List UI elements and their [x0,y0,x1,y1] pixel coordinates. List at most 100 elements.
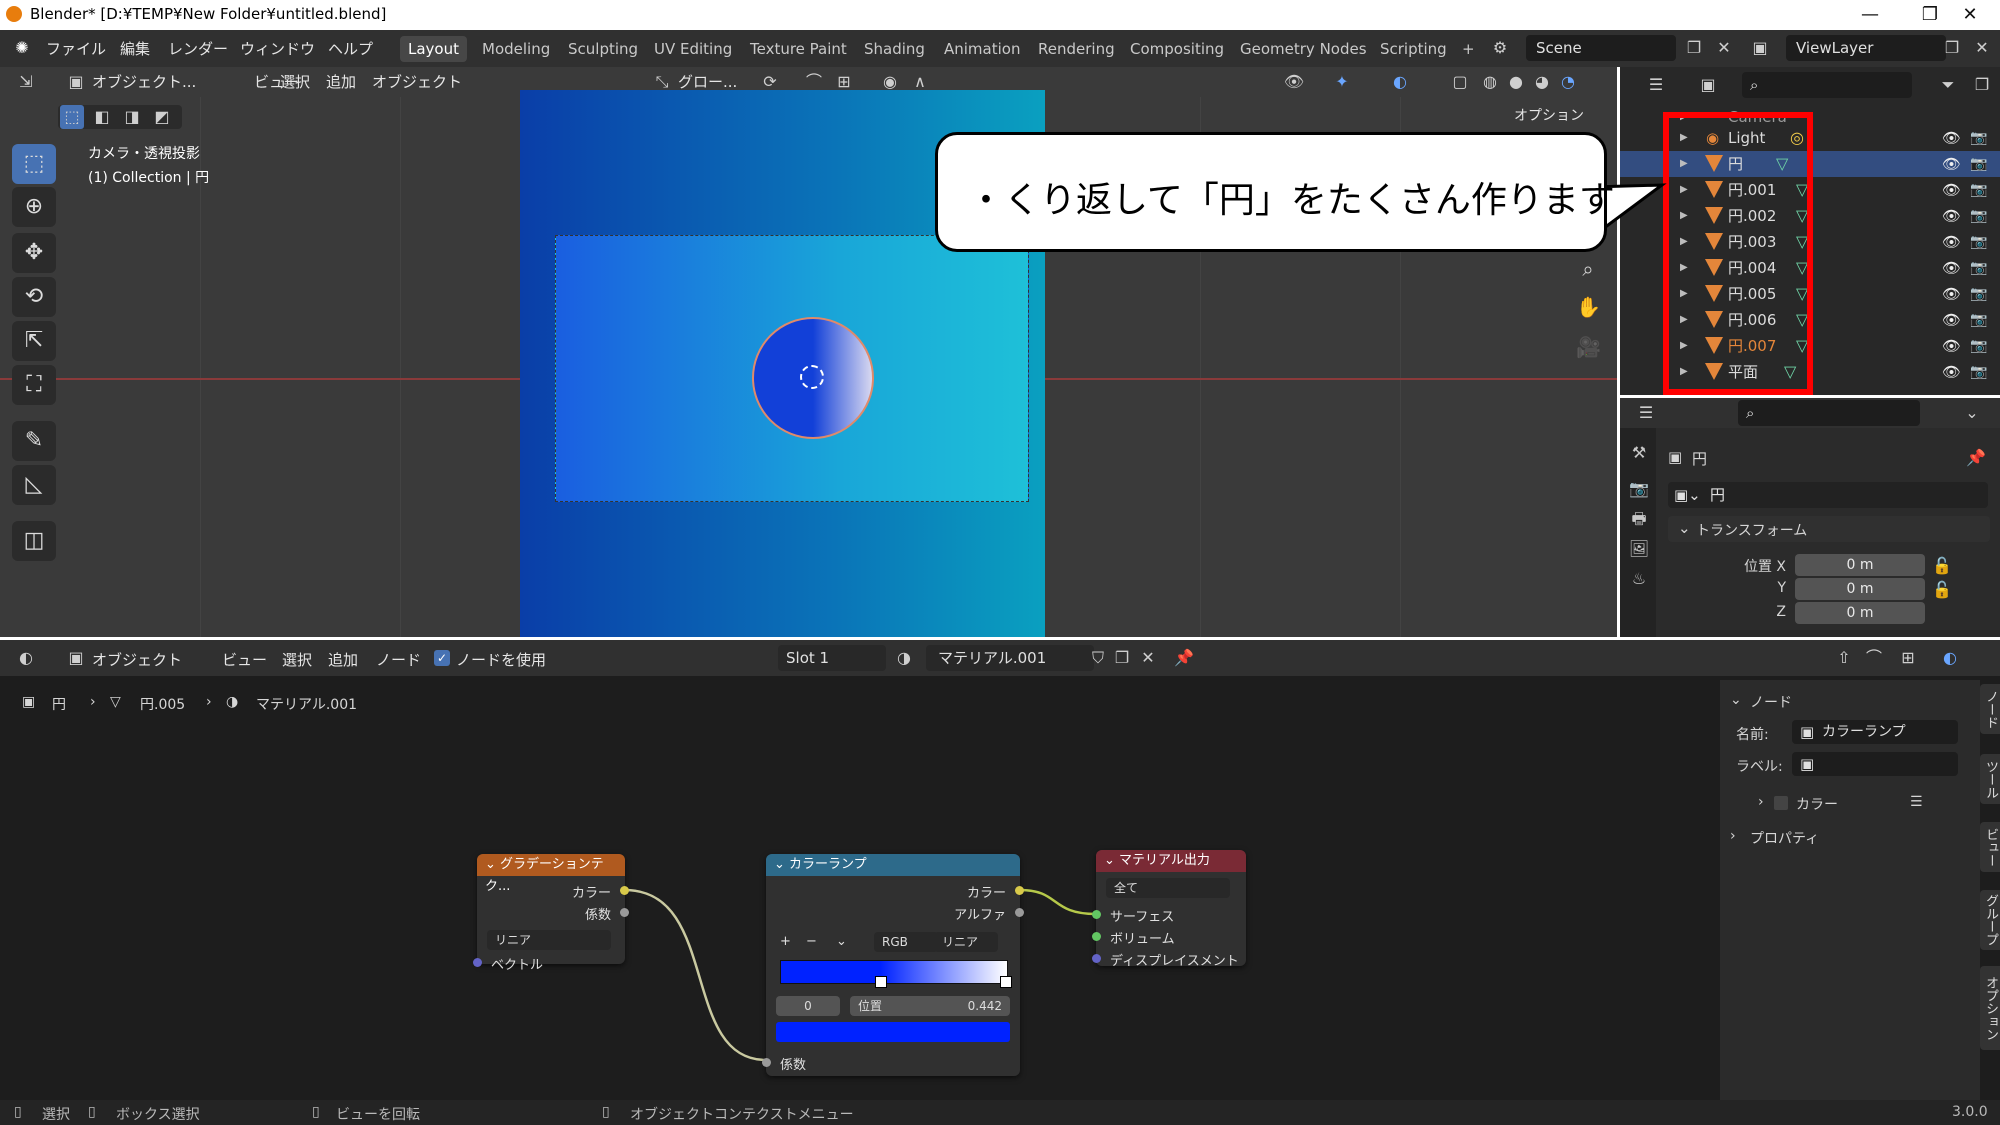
render-camera-icon[interactable]: 📷 [1970,359,1987,385]
parent-node-tree-icon[interactable]: ⇧ [1832,646,1856,670]
filter-funnel-icon[interactable]: ⏷ [1936,73,1960,97]
gradient-type-dropdown[interactable]: リニア [487,930,611,950]
tab-rendering[interactable]: Rendering [1030,36,1123,62]
eye-icon[interactable]: 👁 [1942,125,1961,151]
chevron-down-icon[interactable]: ⌄ [1960,401,1984,425]
cursor-tool[interactable]: ⊕ [12,187,56,227]
lock-icon[interactable]: 🔓 [1930,554,1954,578]
volume-socket[interactable] [1092,932,1101,941]
gradient-node-header[interactable]: ⌄ グラデーションテク... [477,854,625,894]
new-view-layer-icon[interactable]: ❐ [1940,36,1964,60]
eye-icon[interactable]: 👁 [1942,359,1961,385]
location-z-field[interactable]: 0 m [1795,602,1925,624]
annotate-tool[interactable]: ✎ [12,421,56,461]
gradient-color-socket[interactable] [620,886,629,895]
render-camera-icon[interactable]: 📷 [1970,229,1987,255]
tab-animation[interactable]: Animation [936,36,1028,62]
menu-edit[interactable]: 編集 [120,38,150,59]
tab-compositing[interactable]: Compositing [1122,36,1232,62]
eye-icon[interactable]: 👁 [1942,333,1961,359]
active-stop-index-field[interactable]: 0 [776,996,840,1016]
measure-tool[interactable]: ◺ [12,465,56,505]
delete-view-layer-icon[interactable]: ✕ [1970,36,1994,60]
colorramp-fac-socket[interactable] [762,1058,771,1067]
object-mode-dropdown[interactable]: オブジェクト... [92,71,196,92]
transform-panel-header[interactable]: ⌄ トランスフォーム [1668,516,1990,542]
properties-editor-icon[interactable]: ☰ [1634,401,1658,425]
render-camera-icon[interactable]: 📷 [1970,255,1987,281]
render-camera-icon[interactable]: 📷 [1970,333,1987,359]
gradient-vector-socket[interactable] [473,958,482,967]
viewport-menu-object[interactable]: オブジェクト [372,71,462,92]
scene-tab-icon[interactable]: ♨ [1628,568,1650,590]
list-icon[interactable]: ☰ [1910,794,1923,810]
chevron-down-icon[interactable]: ⌄ [1730,692,1742,708]
render-camera-icon[interactable]: 📷 [1970,151,1987,177]
outliner-filter-mode-icon[interactable]: ▣ [1696,73,1720,97]
node-label-field[interactable]: ▣ [1792,752,1958,776]
outliner-display-icon[interactable]: ☰ [1644,73,1668,97]
sidebar-tab-group[interactable]: グループ [1980,890,2000,950]
overlay-icon[interactable]: ◐ [1388,70,1412,94]
eye-icon[interactable]: 👁 [1942,255,1961,281]
tab-modeling[interactable]: Modeling [474,36,558,62]
gradient-fac-socket[interactable] [620,908,629,917]
eye-icon[interactable]: 👁 [1942,151,1961,177]
add-cube-tool[interactable]: ◫ [12,521,56,561]
stop-position-field[interactable]: 位置 0.442 [850,996,1010,1016]
xray-icon[interactable]: ▢ [1448,70,1472,94]
move-tool[interactable]: ✥ [12,233,56,273]
new-scene-icon[interactable]: ❐ [1682,36,1706,60]
render-camera-icon[interactable]: 📷 [1970,203,1987,229]
tool-tab-icon[interactable]: ⚒ [1628,442,1650,464]
select-subtract-icon[interactable]: ◨ [120,105,144,129]
eye-icon[interactable]: 👁 [1942,307,1961,333]
scale-tool[interactable]: ⇱ [12,321,56,361]
color-ramp-node[interactable]: ⌄ カラーランプ カラー アルファ + − ⌄ RGB リニア 0 位置 0.4… [762,854,1024,1076]
interpolation-dropdown[interactable]: リニア [934,932,998,952]
new-collection-icon[interactable]: ❐ [1970,73,1994,97]
colorramp-node-header[interactable]: ⌄ カラーランプ [766,854,1020,876]
rendered-shading-icon[interactable]: ◔ [1556,70,1580,94]
camera-view-icon[interactable]: 🎥 [1576,335,1601,359]
render-camera-icon[interactable]: 📷 [1970,281,1987,307]
displacement-socket[interactable] [1092,954,1101,963]
blender-menu-icon[interactable]: ✺ [10,36,34,60]
editor-type-icon[interactable]: ⇲ [14,70,38,94]
add-stop-button[interactable]: + [780,934,791,949]
tab-sculpting[interactable]: Sculpting [560,36,646,62]
color-checkbox[interactable] [1774,796,1788,810]
pan-hand-icon[interactable]: ✋ [1576,295,1601,319]
render-camera-icon[interactable]: 📷 [1970,307,1987,333]
gizmo-icon[interactable]: ✦ [1330,70,1354,94]
rotate-tool[interactable]: ⟲ [12,277,56,317]
object-name-field[interactable]: ▣⌄ 円 [1668,482,1988,508]
snap-icon[interactable]: ⌒ [1862,646,1886,670]
gradient-texture-node[interactable]: ⌄ グラデーションテク... カラー 係数 リニア ベクトル [473,854,629,973]
object-mode-icon[interactable]: ▣ [64,70,88,94]
remove-stop-button[interactable]: − [806,934,817,949]
select-extend-icon[interactable]: ◧ [90,105,114,129]
menu-help[interactable]: ヘルプ [328,38,373,59]
options-dropdown[interactable]: オプション [1514,105,1584,125]
shader-editor[interactable]: ◐ ▣ オブジェクト ビュー 選択 追加 ノード ✓ ノードを使用 Slot 1… [0,640,2000,1100]
tab-geometry-nodes[interactable]: Geometry Nodes [1232,36,1375,62]
outliner-search-input[interactable]: ⌕ [1742,72,1912,98]
output-tab-icon[interactable]: 🖶 [1628,508,1650,530]
solid-shading-icon[interactable]: ● [1504,70,1528,94]
chevron-down-icon[interactable]: ⌄ [836,934,847,949]
menu-window[interactable]: ウィンドウ [240,38,315,59]
render-tab-icon[interactable]: 📷 [1628,478,1650,500]
output-target-dropdown[interactable]: 全て [1106,878,1230,898]
material-shading-icon[interactable]: ◕ [1530,70,1554,94]
eye-icon[interactable]: 👁 [1942,177,1961,203]
view-layer-tab-icon[interactable]: 🖼 [1628,538,1650,560]
menu-render[interactable]: レンダー [168,38,228,59]
render-camera-icon[interactable]: 📷 [1970,177,1987,203]
color-mode-dropdown[interactable]: RGB [874,932,938,952]
snap-target-icon[interactable]: ⊞ [1896,646,1920,670]
output-node-header[interactable]: ⌄ マテリアル出力 [1096,850,1246,872]
color-ramp-bar[interactable] [780,960,1008,984]
eye-icon[interactable]: 👁 [1942,229,1961,255]
scene-field[interactable]: Scene [1526,35,1676,61]
